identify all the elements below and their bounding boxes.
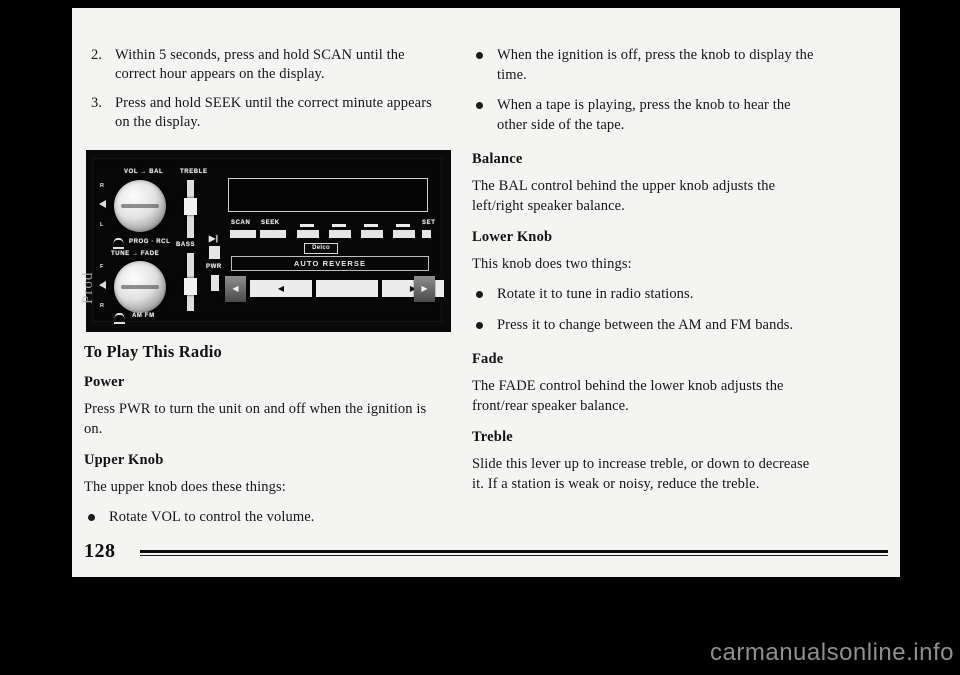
footer-rule-thick <box>140 550 888 553</box>
bullet-icon <box>476 102 483 110</box>
rewind-eject-button[interactable]: ◀ <box>225 276 246 303</box>
right-arrow-icon: ▶ <box>421 284 428 294</box>
section-body-upper-knob: The upper knob does these things: <box>84 479 286 496</box>
section-title-balance: Balance <box>472 151 523 168</box>
eject-button[interactable]: ▶ <box>414 276 435 303</box>
left-column: 2. Within 5 seconds, press and hold SCAN… <box>84 46 451 538</box>
list-item-text: Within 5 seconds, press and hold SCAN un… <box>115 47 405 83</box>
preset-dash-2 <box>332 224 346 228</box>
rewind-button[interactable]: ◀ <box>250 280 312 298</box>
bullet-icon <box>476 52 483 59</box>
section-title-fade: Fade <box>472 351 504 368</box>
tape-icon: ▶| <box>209 234 219 244</box>
section-body-lower-knob: This knob does two things: <box>472 256 632 273</box>
left-speaker-mark: L <box>100 222 104 229</box>
preset-button-4[interactable] <box>393 230 415 239</box>
page-footer: 128 <box>84 539 888 565</box>
preset-icon <box>113 238 124 250</box>
section-title-treble: Treble <box>472 429 513 446</box>
list-item: When a tape is playing, press the knob t… <box>472 96 824 135</box>
list-item-text: Rotate it to tune in radio stations. <box>497 285 694 302</box>
footer-rule-thin <box>140 554 888 556</box>
left-arrow-icon: ◀ <box>277 283 285 293</box>
speaker-icon <box>99 281 106 290</box>
scan-label: SCAN <box>231 220 251 227</box>
rear-fade-mark: R <box>100 303 104 310</box>
tune-fade-label: TUNE → FADE <box>111 251 160 258</box>
set-label: SET <box>422 220 436 227</box>
bullet-icon <box>476 321 483 329</box>
list-item: 3. Press and hold SEEK until the correct… <box>84 94 436 133</box>
list-item-text: Press it to change between the AM and FM… <box>497 316 794 333</box>
speaker-icon <box>99 200 106 209</box>
list-item-number: 3. <box>91 94 103 111</box>
right-column: When the ignition is off, press the knob… <box>472 46 824 507</box>
preset-dash-1 <box>300 224 314 228</box>
section-body-fade: The FADE control behind the lower knob a… <box>472 378 784 414</box>
list-item: When the ignition is off, press the knob… <box>472 46 824 85</box>
list-item: Rotate VOL to control the volume. <box>84 508 436 528</box>
seek-label: SEEK <box>261 220 280 227</box>
section-body-balance: The BAL control behind the upper knob ad… <box>472 178 776 214</box>
scan-button[interactable] <box>230 230 256 239</box>
band-icon <box>114 313 125 325</box>
preset-dash-3 <box>364 224 378 228</box>
footer-rule <box>140 550 888 556</box>
radio-faceplate: VOL → BAL R L PROG · RCL TUNE → FADE F R… <box>92 158 444 325</box>
pwr-label: PWR <box>206 264 222 271</box>
section-body-treble: Slide this lever up to increase treble, … <box>472 456 810 492</box>
set-button[interactable] <box>422 230 431 239</box>
list-item-number: 2. <box>91 47 103 63</box>
radio-display <box>228 178 428 213</box>
page-title: To Play This Radio <box>84 342 222 362</box>
section-title-lower-knob: Lower Knob <box>472 229 553 246</box>
section-title-power: Power <box>84 374 125 391</box>
preset-button-2[interactable] <box>329 230 351 239</box>
page-number: 128 <box>84 540 116 562</box>
preset-dash-4 <box>396 224 410 228</box>
upper-knob[interactable] <box>114 180 166 233</box>
list-item-text: When a tape is playing, press the knob t… <box>497 97 791 133</box>
bass-label: BASS <box>176 242 196 249</box>
treble-label: TREBLE <box>180 169 208 176</box>
right-speaker-mark: R <box>100 183 104 190</box>
manual-page: 2. Within 5 seconds, press and hold SCAN… <box>72 8 900 577</box>
treble-slider-thumb[interactable] <box>184 198 197 216</box>
preset-button-3[interactable] <box>361 230 383 239</box>
power-button[interactable] <box>211 275 219 292</box>
list-item-text: Rotate VOL to control the volume. <box>109 508 315 525</box>
auto-reverse-slot: AUTO REVERSE <box>231 256 429 272</box>
delco-badge: Delco <box>304 243 338 255</box>
bass-slider-thumb[interactable] <box>184 278 197 296</box>
list-item-text: Press and hold SEEK until the correct mi… <box>115 94 432 130</box>
preset-button-1[interactable] <box>297 230 319 239</box>
list-item-text: When the ignition is off, press the knob… <box>497 47 814 83</box>
section-body-power: Press PWR to turn the unit on and off wh… <box>84 401 427 437</box>
bullet-icon <box>88 513 95 521</box>
list-item: 2. Within 5 seconds, press and hold SCAN… <box>84 46 436 85</box>
front-fade-mark: F <box>100 264 104 271</box>
seek-button[interactable] <box>260 230 286 239</box>
lower-knob[interactable] <box>114 261 166 314</box>
stop-button[interactable] <box>316 280 378 298</box>
list-item: Rotate it to tune in radio stations. <box>472 285 824 305</box>
am-fm-label: AM FM <box>132 313 155 320</box>
section-title-upper-knob: Upper Knob <box>84 452 164 469</box>
watermark: carmanualsonline.info <box>710 639 954 666</box>
bullet-icon <box>476 290 483 298</box>
tape-button[interactable] <box>209 246 220 260</box>
prog-rcl-label: PROG · RCL <box>129 239 171 246</box>
vol-bal-label: VOL → BAL <box>124 169 164 176</box>
list-item: Press it to change between the AM and FM… <box>472 316 824 336</box>
radio-faceplate-figure: VOL → BAL R L PROG · RCL TUNE → FADE F R… <box>86 150 451 333</box>
left-arrow-icon: ◀ <box>232 284 239 294</box>
